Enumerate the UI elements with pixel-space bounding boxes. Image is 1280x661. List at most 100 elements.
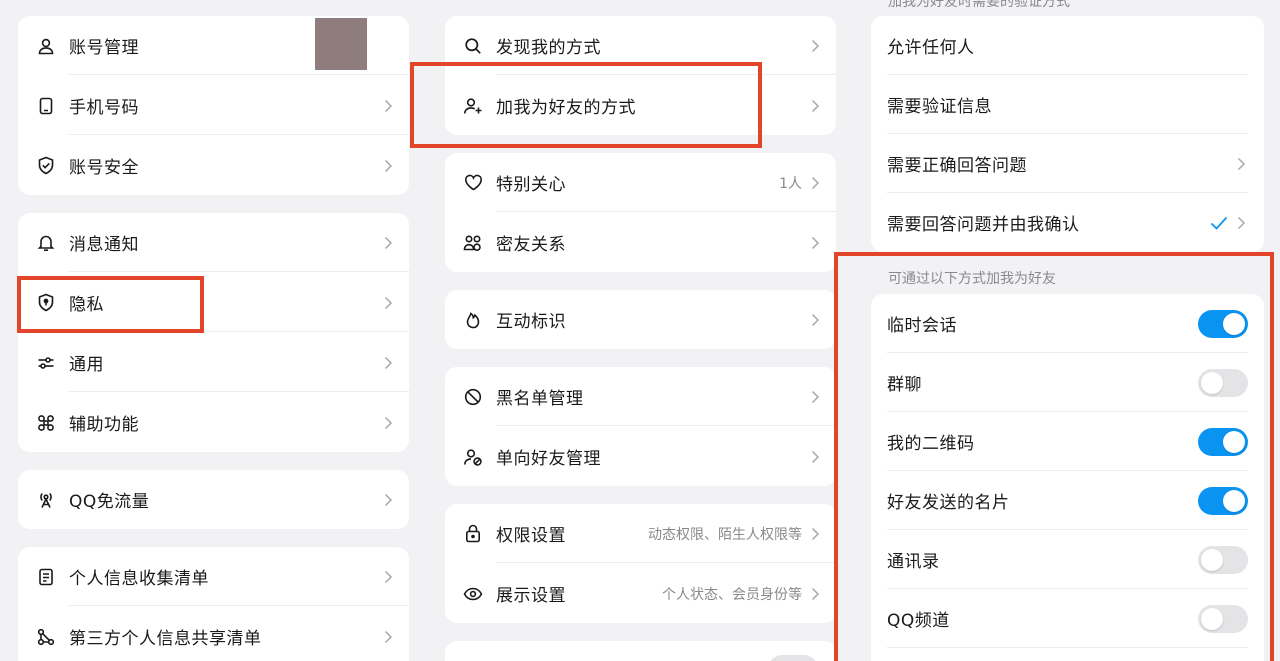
chevron-right-icon — [811, 236, 820, 249]
way-label: 临时会话 — [887, 316, 957, 336]
settings-item-label: 展示设置 — [496, 586, 566, 606]
special-care-count: 1人 — [779, 175, 802, 192]
way-qq-channel: QQ频道 — [871, 589, 1264, 648]
way-label: QQ频道 — [887, 611, 950, 631]
settings-item-qq-data-free[interactable]: QQ免流量 — [18, 470, 409, 529]
verify-options-card: 允许任何人 需要验证信息 需要正确回答问题 需要回答问题并由我确认 — [871, 16, 1264, 252]
divider — [887, 647, 1248, 648]
divider — [496, 425, 836, 426]
redacted-avatar-block — [315, 18, 367, 70]
verify-option-anyone[interactable]: 允许任何人 — [871, 16, 1264, 75]
divider — [69, 271, 409, 272]
verify-option-label: 需要正确回答问题 — [887, 156, 1027, 176]
settings-item-label: 密友关系 — [496, 235, 566, 255]
settings-item-special-care[interactable]: 特别关心 1人 — [445, 153, 836, 212]
chevron-right-icon — [811, 39, 820, 52]
verify-option-need-message[interactable]: 需要验证信息 — [871, 75, 1264, 134]
chevron-right-icon — [384, 236, 393, 249]
settings-item-add-me-as-friend[interactable]: 加我为好友的方式 — [445, 76, 836, 135]
settings-item-find-me[interactable]: 发现我的方式 — [445, 16, 836, 75]
cut-off-card — [445, 641, 836, 661]
verify-option-answer-and-confirm[interactable]: 需要回答问题并由我确认 — [871, 193, 1264, 252]
chevron-right-icon — [384, 159, 393, 172]
chevron-right-icon — [384, 493, 393, 506]
way-group-chat: 群聊 — [871, 353, 1264, 412]
checkmark-icon — [1210, 216, 1228, 230]
data-saver-card: QQ免流量 — [18, 470, 409, 529]
ways-section-title: 可通过以下方式加我为好友 — [888, 271, 1056, 287]
chevron-right-icon — [811, 99, 820, 112]
settings-item-label: 发现我的方式 — [496, 38, 601, 58]
way-temp-session: 临时会话 — [871, 294, 1264, 353]
way-friend-card: 好友发送的名片 — [871, 471, 1264, 530]
eye-icon — [463, 584, 483, 604]
toggle-qr-code[interactable] — [1198, 427, 1248, 456]
chevron-right-icon — [811, 176, 820, 189]
chevron-right-icon — [384, 99, 393, 112]
divider — [69, 134, 409, 135]
settings-item-general[interactable]: 通用 — [18, 333, 409, 392]
block-icon — [463, 387, 483, 407]
person-icon — [36, 36, 56, 56]
verify-section-title: 加我为好友时需要的验证方式 — [888, 0, 1070, 10]
add-friend-icon — [463, 96, 483, 116]
settings-item-label: 权限设置 — [496, 526, 566, 546]
divider — [496, 211, 836, 212]
verify-option-correct-answer[interactable]: 需要正确回答问题 — [871, 134, 1264, 193]
way-contacts: 通讯录 — [871, 530, 1264, 589]
settings-item-notifications[interactable]: 消息通知 — [18, 213, 409, 272]
chevron-right-icon — [384, 356, 393, 369]
share-nodes-icon — [36, 627, 56, 647]
heart-icon — [463, 173, 483, 193]
way-label: 好友发送的名片 — [887, 493, 1010, 513]
privacy-shield-icon — [36, 293, 56, 313]
info-lists-card: 个人信息收集清单 第三方个人信息共享清单 — [18, 547, 409, 661]
settings-item-label: 隐私 — [69, 295, 104, 315]
flame-icon — [463, 310, 483, 330]
document-icon — [36, 567, 56, 587]
settings-item-personal-info-list[interactable]: 个人信息收集清单 — [18, 547, 409, 606]
toggle-temp-session[interactable] — [1198, 309, 1248, 338]
divider — [69, 391, 409, 392]
settings-item-account-security[interactable]: 账号安全 — [18, 136, 409, 195]
bell-icon — [36, 233, 56, 253]
search-icon — [463, 36, 483, 56]
settings-item-permission-settings[interactable]: 权限设置 动态权限、陌生人权限等 — [445, 504, 836, 563]
chevron-right-icon — [811, 450, 820, 463]
chevron-right-icon — [811, 313, 820, 326]
toggle-friend-card[interactable] — [1198, 486, 1248, 515]
toggle-contacts[interactable] — [1198, 545, 1248, 574]
settings-item-display-settings[interactable]: 展示设置 个人状态、会员身份等 — [445, 564, 836, 623]
verify-option-label: 需要回答问题并由我确认 — [887, 215, 1080, 235]
way-label: 通讯录 — [887, 552, 940, 572]
divider — [69, 605, 409, 606]
lock-icon — [463, 524, 483, 544]
chevron-right-icon — [1237, 157, 1246, 170]
settings-item-label: 加我为好友的方式 — [496, 98, 636, 118]
settings-item-phone-number[interactable]: 手机号码 — [18, 76, 409, 135]
divider — [496, 562, 836, 563]
toggle-qq-channel[interactable] — [1198, 604, 1248, 633]
relations-card: 特别关心 1人 密友关系 — [445, 153, 836, 272]
settings-item-close-friends[interactable]: 密友关系 — [445, 213, 836, 272]
signal-tower-icon — [36, 490, 56, 510]
settings-item-one-way-friends[interactable]: 单向好友管理 — [445, 427, 836, 486]
settings-item-accessibility[interactable]: 辅助功能 — [18, 393, 409, 452]
way-label: 我的二维码 — [887, 434, 975, 454]
command-icon — [36, 413, 56, 433]
one-way-friend-icon — [463, 447, 483, 467]
discovery-card: 发现我的方式 加我为好友的方式 — [445, 16, 836, 135]
chevron-right-icon — [811, 527, 820, 540]
settings-item-blacklist[interactable]: 黑名单管理 — [445, 367, 836, 426]
toggle-partial[interactable] — [768, 655, 818, 661]
way-label: 群聊 — [887, 375, 922, 395]
chevron-right-icon — [384, 630, 393, 643]
settings-item-privacy[interactable]: 隐私 — [18, 273, 409, 332]
settings-item-label: 辅助功能 — [69, 415, 139, 435]
settings-item-interaction-marks[interactable]: 互动标识 — [445, 290, 836, 349]
verify-option-label: 需要验证信息 — [887, 97, 992, 117]
chevron-right-icon — [384, 296, 393, 309]
permission-summary: 动态权限、陌生人权限等 — [648, 526, 802, 543]
toggle-group-chat[interactable] — [1198, 368, 1248, 397]
settings-item-third-party-sharing-list[interactable]: 第三方个人信息共享清单 — [18, 607, 409, 661]
